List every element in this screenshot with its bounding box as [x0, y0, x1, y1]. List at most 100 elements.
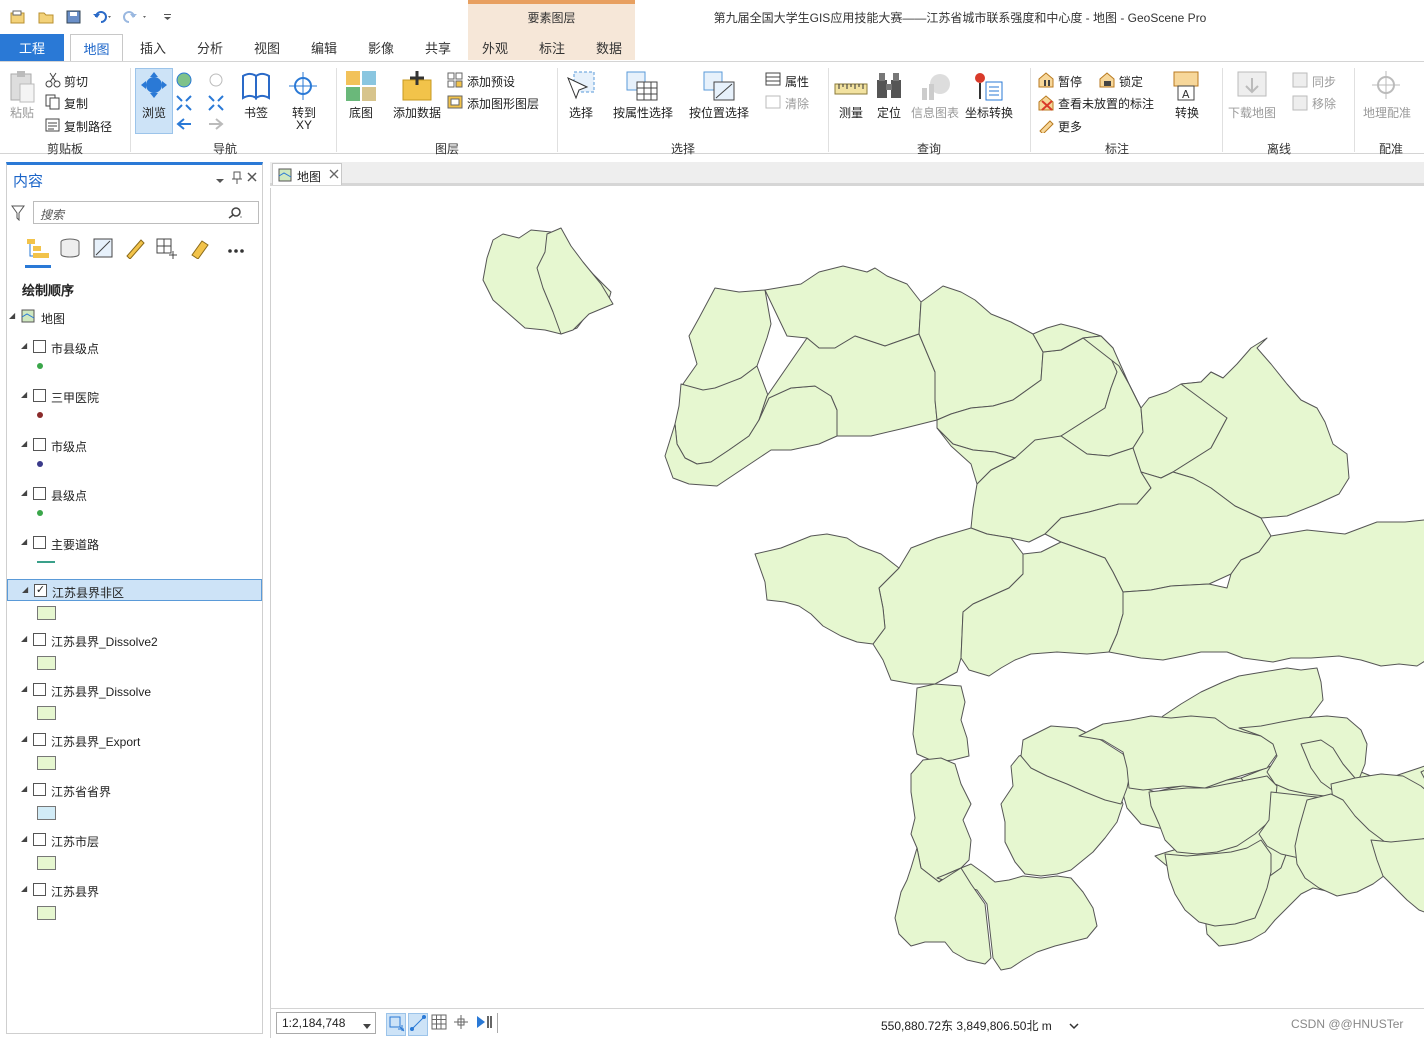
layer-row[interactable]: ◢ 主要道路: [7, 532, 262, 554]
layer-row[interactable]: ◢ 市级点: [7, 434, 262, 456]
layer-visibility-checkbox[interactable]: [33, 783, 46, 796]
select-by-attributes-icon[interactable]: [625, 70, 659, 105]
layer-row[interactable]: ◢ 江苏县界_Dissolve2: [7, 629, 262, 651]
bookmarks-icon[interactable]: [241, 72, 271, 103]
basemap-button[interactable]: 底图: [342, 104, 380, 121]
lock-labels-icon[interactable]: [1099, 72, 1117, 91]
collapse-arrow-icon[interactable]: ◢: [21, 341, 27, 350]
coordinate-format-dropdown-icon[interactable]: [1069, 1020, 1079, 1034]
add-graphics-layer-button[interactable]: 添加图形图层: [467, 95, 539, 112]
layer-visibility-checkbox[interactable]: [33, 389, 46, 402]
add-preset-icon[interactable]: [447, 72, 463, 91]
basemap-icon[interactable]: [345, 70, 377, 105]
tab-map[interactable]: 地图: [70, 34, 123, 61]
layer-visibility-checkbox[interactable]: [33, 438, 46, 451]
measure-icon[interactable]: [834, 78, 868, 101]
tab-view[interactable]: 视图: [242, 34, 292, 61]
bookmarks-button[interactable]: 书签: [237, 104, 275, 121]
save-icon[interactable]: [66, 10, 82, 24]
add-data-button[interactable]: 添加数据: [392, 104, 442, 121]
collapse-arrow-icon[interactable]: ◢: [21, 439, 27, 448]
collapse-arrow-icon[interactable]: ◢: [21, 884, 27, 893]
filter-icon[interactable]: [11, 205, 25, 224]
copy-button[interactable]: 复制: [64, 95, 88, 112]
search-icon[interactable]: [227, 207, 243, 222]
list-by-snapping-icon[interactable]: [155, 237, 179, 262]
snapping-icon[interactable]: [408, 1013, 428, 1036]
measure-button[interactable]: 测量: [832, 104, 870, 121]
redo-icon[interactable]: [122, 10, 146, 24]
layer-visibility-checkbox[interactable]: ✓: [34, 584, 47, 597]
collapse-arrow-icon[interactable]: ◢: [21, 537, 27, 546]
fixed-zoom-out-icon[interactable]: [208, 95, 224, 114]
layer-visibility-checkbox[interactable]: [33, 487, 46, 500]
layer-row[interactable]: ◢ 市县级点: [7, 336, 262, 358]
layer-visibility-checkbox[interactable]: [33, 633, 46, 646]
attributes-icon[interactable]: [765, 72, 781, 89]
goto-xy-button-line2[interactable]: XY: [285, 118, 323, 132]
cut-icon[interactable]: [45, 72, 61, 91]
map-scale-selector[interactable]: 1:2,184,748: [276, 1012, 376, 1034]
tab-edit[interactable]: 编辑: [299, 34, 349, 61]
contents-search-input[interactable]: 搜索: [33, 201, 259, 224]
collapse-arrow-icon[interactable]: ◢: [21, 834, 27, 843]
convert-labels-icon[interactable]: A: [1172, 70, 1204, 105]
copy-icon[interactable]: [45, 94, 61, 113]
tab-insert[interactable]: 插入: [128, 34, 178, 61]
add-preset-button[interactable]: 添加预设: [467, 73, 515, 90]
scale-dropdown-icon[interactable]: [363, 1019, 371, 1033]
view-unplaced-labels-icon[interactable]: [1038, 95, 1056, 114]
tab-share[interactable]: 共享: [413, 34, 463, 61]
new-project-icon[interactable]: [10, 10, 26, 24]
convert-coordinates-button[interactable]: 坐标转换: [962, 104, 1016, 121]
goto-xy-icon[interactable]: [288, 72, 318, 103]
tab-data[interactable]: 数据: [584, 34, 634, 61]
locate-button[interactable]: 定位: [870, 104, 908, 121]
paste-icon[interactable]: [8, 70, 36, 107]
add-data-icon[interactable]: [401, 70, 433, 105]
list-by-source-icon[interactable]: [59, 237, 81, 262]
tab-map-view[interactable]: 地图: [272, 163, 342, 185]
list-by-drawing-order-icon[interactable]: [25, 237, 51, 268]
layer-row[interactable]: ◢ 江苏县界_Dissolve: [7, 679, 262, 701]
layer-row[interactable]: ◢ 江苏县界: [7, 879, 262, 901]
pin-pane-icon[interactable]: [232, 171, 242, 188]
copy-path-icon[interactable]: [45, 117, 61, 136]
pause-labels-icon[interactable]: [1038, 72, 1056, 91]
convert-labels-button[interactable]: 转换: [1168, 104, 1206, 121]
map-canvas[interactable]: [270, 188, 1424, 1008]
view-unplaced-labels-button[interactable]: 查看未放置的标注: [1058, 95, 1154, 112]
pause-labels-button[interactable]: 暂停: [1058, 73, 1082, 90]
select-button[interactable]: 选择: [562, 104, 600, 121]
open-project-icon[interactable]: [38, 10, 54, 24]
lock-labels-button[interactable]: 锁定: [1119, 73, 1143, 90]
back-arrow-icon[interactable]: [176, 117, 192, 134]
paste-button[interactable]: 粘贴: [6, 104, 38, 121]
attributes-button[interactable]: 属性: [785, 73, 809, 90]
close-pane-icon[interactable]: [247, 171, 257, 185]
collapse-arrow-icon[interactable]: ◢: [9, 311, 15, 320]
explore-icon[interactable]: [141, 72, 167, 101]
select-icon[interactable]: [566, 70, 598, 105]
select-by-location-icon[interactable]: [702, 70, 736, 105]
full-extent-icon[interactable]: [176, 72, 192, 91]
pane-options-icon[interactable]: [215, 175, 225, 189]
layer-visibility-checkbox[interactable]: [33, 883, 46, 896]
layer-row[interactable]: ◢ 江苏市层: [7, 829, 262, 851]
collapse-arrow-icon[interactable]: ◢: [21, 488, 27, 497]
collapse-arrow-icon[interactable]: ◢: [21, 734, 27, 743]
tab-labeling[interactable]: 标注: [527, 34, 577, 61]
locate-icon[interactable]: [874, 70, 904, 105]
list-by-selection-icon[interactable]: [92, 237, 114, 262]
pause-drawing-icon[interactable]: [475, 1014, 493, 1033]
collapse-arrow-icon[interactable]: ◢: [21, 684, 27, 693]
select-by-location-button[interactable]: 按位置选择: [684, 104, 754, 121]
map-node[interactable]: ◢ 地图: [7, 306, 262, 328]
tab-imagery[interactable]: 影像: [356, 34, 406, 61]
layer-row[interactable]: ◢ 江苏县界_Export: [7, 729, 262, 751]
tab-appearance[interactable]: 外观: [470, 34, 520, 61]
crosshair-icon[interactable]: [453, 1014, 469, 1033]
copy-path-button[interactable]: 复制路径: [64, 118, 112, 135]
cut-button[interactable]: 剪切: [64, 73, 88, 90]
collapse-arrow-icon[interactable]: ◢: [21, 784, 27, 793]
